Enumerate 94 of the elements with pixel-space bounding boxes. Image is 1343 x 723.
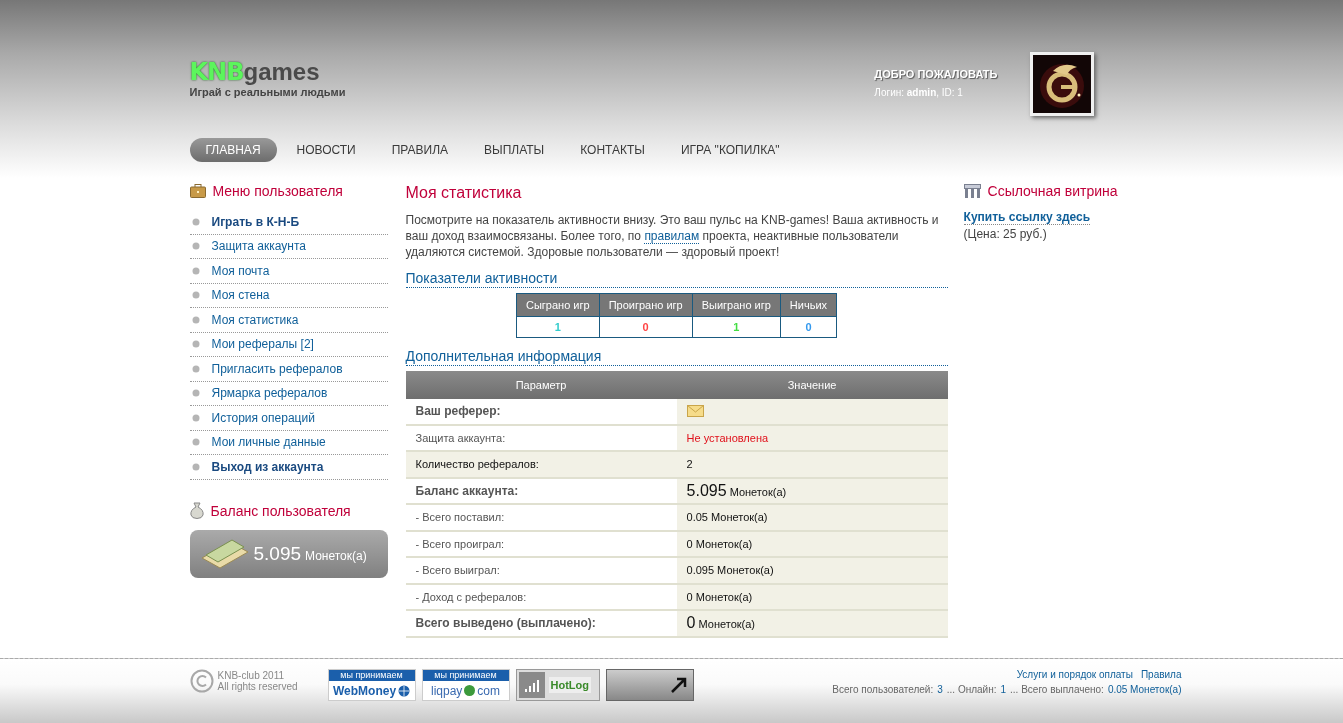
welcome-title: ДОБРО ПОЖАЛОВАТЬ bbox=[874, 68, 998, 80]
copyright-text: All rights reserved bbox=[217, 681, 298, 692]
intro-text: Посмотрите на показатель активности внизу. Это ваш пульс на KNB-games! Ваша активность и ваш доход взаимосвязаны. Более того, по правилам проекта, неактивные пользователи удаляются системой. Здоровые пользователи — здоровый проект! bbox=[405, 212, 940, 260]
stat-label: ... Всего выплачено: bbox=[1010, 684, 1104, 695]
bullet-icon bbox=[191, 266, 200, 275]
section-title: Дополнительная информация bbox=[405, 348, 948, 366]
value-cell: 2 bbox=[676, 451, 948, 478]
menu-link[interactable]: Пригласить рефералов bbox=[211, 361, 343, 376]
value-cell: 0 Монеток(а) bbox=[676, 530, 948, 557]
amount-value: 5.095 bbox=[686, 481, 727, 499]
footer-link[interactable]: Услуги и порядок оплаты bbox=[1016, 669, 1133, 680]
menu-link[interactable]: Защита аккаунта bbox=[211, 239, 306, 254]
balance-title: Баланс пользователя bbox=[210, 502, 351, 519]
showcase-icon bbox=[963, 184, 981, 198]
bullet-icon bbox=[191, 438, 200, 447]
stat-value: 1 bbox=[692, 316, 781, 338]
price-text: (Цена: 25 руб.) bbox=[963, 227, 1048, 241]
menu-link[interactable]: Моя стена bbox=[211, 288, 270, 303]
value-cell: Не установлена bbox=[676, 424, 948, 451]
balance-unit: Монеток(а) bbox=[305, 548, 367, 563]
menu-title: Меню пользователя bbox=[212, 183, 343, 199]
menu-link[interactable]: Моя статистика bbox=[211, 312, 299, 327]
buy-link[interactable]: Купить ссылку здесь bbox=[963, 210, 1091, 225]
section-title: Показатели активности bbox=[405, 270, 948, 288]
param-cell: Количество рефералов: bbox=[405, 451, 677, 478]
param-cell: - Доход с рефералов: bbox=[405, 583, 677, 610]
tagline: Играй с реальными людьми bbox=[189, 86, 346, 98]
amount-value: 0 bbox=[686, 614, 696, 632]
stat-label: ... Онлайн: bbox=[946, 684, 997, 695]
nav-tab[interactable]: ВЫПЛАТЫ bbox=[466, 138, 563, 162]
webmoney-badge[interactable]: мы принимаем WebMoney bbox=[327, 669, 416, 701]
liqpay-badge[interactable]: мы принимаем liqpay com bbox=[421, 669, 510, 701]
column-header: Ничьих bbox=[780, 293, 837, 317]
stat-value: 0 bbox=[780, 316, 837, 338]
stat-value: 0 bbox=[599, 316, 693, 338]
briefcase-icon bbox=[189, 184, 206, 198]
copyright-text: KNB-club 2011 bbox=[217, 670, 286, 681]
counter-badge[interactable] bbox=[605, 669, 694, 701]
column-header: Сыграно игр bbox=[516, 293, 600, 317]
page-title: Моя статистика bbox=[405, 184, 523, 202]
param-cell: Ваш реферер: bbox=[405, 399, 677, 425]
column-header: Проиграно игр bbox=[599, 293, 693, 317]
param-cell: - Всего проиграл: bbox=[405, 530, 677, 557]
param-cell: Защита аккаунта: bbox=[405, 424, 677, 451]
amount-unit: Монеток(а) bbox=[729, 485, 787, 498]
bullet-icon bbox=[191, 242, 200, 251]
footer-link[interactable]: Правила bbox=[1140, 669, 1182, 680]
param-cell: Баланс аккаунта: bbox=[405, 477, 677, 504]
menu-link[interactable]: Ярмарка рефералов bbox=[211, 386, 328, 401]
balance-amount: 5.095 bbox=[253, 542, 302, 565]
menu-link[interactable]: Мои рефералы [2] bbox=[211, 337, 314, 352]
bullet-icon bbox=[191, 413, 200, 422]
stat-count: 1 bbox=[1000, 684, 1007, 695]
money-bag-icon bbox=[189, 502, 204, 519]
param-cell: - Всего поставил: bbox=[405, 504, 677, 531]
bullet-icon bbox=[191, 340, 200, 349]
nav-tab[interactable]: ПРАВИЛА bbox=[373, 138, 467, 162]
column-header: Значение bbox=[676, 371, 948, 399]
menu-link[interactable]: История операций bbox=[211, 410, 315, 425]
cash-icon bbox=[199, 537, 250, 570]
value-cell: 0.05 Монеток(а) bbox=[676, 504, 948, 531]
bullet-icon bbox=[191, 389, 200, 398]
logo-suffix[interactable]: games bbox=[243, 60, 320, 84]
nav-tab[interactable]: ГЛАВНАЯ bbox=[189, 138, 277, 162]
nav-tab[interactable]: НОВОСТИ bbox=[278, 138, 374, 162]
amount-unit: Монеток(а) bbox=[698, 618, 756, 631]
bullet-icon bbox=[191, 364, 200, 373]
param-cell: Всего выведено (выплачено): bbox=[405, 610, 677, 637]
bullet-icon bbox=[191, 217, 200, 226]
globe-icon bbox=[398, 684, 411, 697]
menu-link[interactable]: Мои личные данные bbox=[211, 435, 326, 450]
stat-count: 0.05 Монеток(а) bbox=[1107, 684, 1182, 695]
value-cell: 0 Монеток(а) bbox=[676, 583, 948, 610]
bullet-icon bbox=[191, 291, 200, 300]
copyright-icon bbox=[189, 669, 214, 693]
column-header: Параметр bbox=[405, 371, 677, 399]
nav-tab[interactable]: КОНТАКТЫ bbox=[562, 138, 663, 162]
stat-label: Всего пользователей: bbox=[832, 684, 934, 695]
coin-icon bbox=[464, 685, 476, 696]
bullet-icon bbox=[191, 315, 200, 324]
bar-chart-icon bbox=[518, 672, 545, 698]
bullet-icon bbox=[191, 462, 200, 471]
stat-count: 3 bbox=[937, 684, 943, 695]
showcase-title: Ссылочная витрина bbox=[987, 183, 1118, 199]
menu-link[interactable]: Выход из аккаунта bbox=[211, 459, 324, 474]
column-header: Выиграно игр bbox=[692, 293, 781, 317]
rules-link[interactable]: правилам bbox=[644, 229, 700, 244]
menu-link[interactable]: Играть в К-Н-Б bbox=[211, 214, 300, 229]
param-cell: - Всего выиграл: bbox=[405, 557, 677, 584]
menu-link[interactable]: Моя почта bbox=[211, 263, 270, 278]
nav-tab[interactable]: ИГРА "КОПИЛКА" bbox=[662, 138, 798, 162]
stat-value: 1 bbox=[516, 316, 600, 338]
hotlog-counter[interactable]: HotLog bbox=[515, 669, 600, 701]
value-cell: 0.095 Монеток(а) bbox=[676, 557, 948, 584]
